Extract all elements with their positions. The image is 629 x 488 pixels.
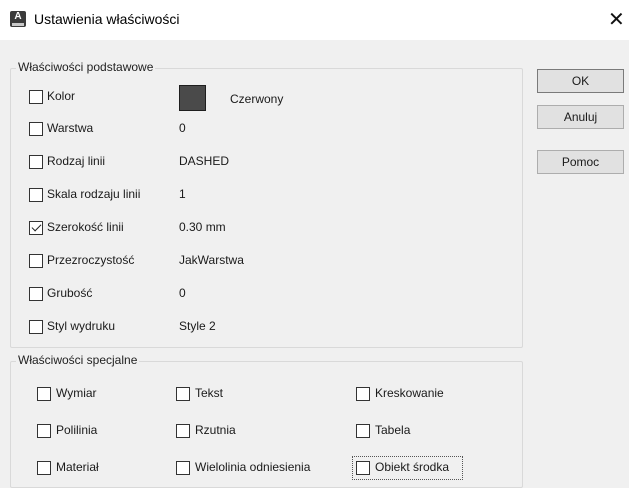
value-kolor: Czerwony [230, 92, 284, 106]
value-grubosc: 0 [179, 286, 186, 300]
label-styl-wydruku[interactable]: Styl wydruku [47, 319, 115, 333]
label-szerokosc-linii[interactable]: Szerokość linii [47, 220, 124, 234]
label-grubosc[interactable]: Grubość [47, 286, 92, 300]
ok-button[interactable]: OK [537, 69, 624, 93]
label-wymiar[interactable]: Wymiar [56, 386, 97, 400]
color-swatch [179, 85, 206, 111]
checkbox-skala-rodzaju-linii[interactable] [29, 188, 43, 202]
value-warstwa: 0 [179, 121, 186, 135]
checkbox-wielolinia-odniesienia[interactable] [176, 461, 190, 475]
checkbox-rodzaj-linii[interactable] [29, 155, 43, 169]
checkbox-obiekt-srodka[interactable] [356, 461, 370, 475]
app-icon-letter: A [14, 11, 22, 22]
checkbox-przezroczystosc[interactable] [29, 254, 43, 268]
label-rodzaj-linii[interactable]: Rodzaj linii [47, 154, 105, 168]
basic-properties-title: Właściwości podstawowe [16, 60, 156, 74]
checkbox-material[interactable] [37, 461, 51, 475]
help-button[interactable]: Pomoc [537, 150, 624, 174]
label-polilinia[interactable]: Polilinia [56, 423, 97, 437]
label-warstwa[interactable]: Warstwa [47, 121, 93, 135]
special-properties-title: Właściwości specjalne [16, 353, 140, 367]
label-kreskowanie[interactable]: Kreskowanie [375, 386, 444, 400]
checkbox-szerokosc-linii[interactable] [29, 221, 43, 235]
label-wielolinia-odniesienia[interactable]: Wielolinia odniesienia [195, 460, 310, 474]
label-rzutnia[interactable]: Rzutnia [195, 423, 236, 437]
close-icon[interactable]: ✕ [608, 6, 629, 34]
cancel-button[interactable]: Anuluj [537, 105, 624, 129]
basic-properties-group [10, 68, 523, 348]
label-przezroczystosc[interactable]: Przezroczystość [47, 253, 134, 267]
checkbox-tekst[interactable] [176, 387, 190, 401]
label-skala-rodzaju-linii[interactable]: Skala rodzaju linii [47, 187, 140, 201]
checkbox-kolor[interactable] [29, 90, 43, 104]
label-kolor[interactable]: Kolor [47, 89, 75, 103]
checkbox-kreskowanie[interactable] [356, 387, 370, 401]
checkbox-grubosc[interactable] [29, 287, 43, 301]
value-przezroczystosc: JakWarstwa [179, 253, 244, 267]
checkbox-polilinia[interactable] [37, 424, 51, 438]
checkbox-warstwa[interactable] [29, 122, 43, 136]
label-obiekt-srodka[interactable]: Obiekt środka [375, 460, 449, 474]
value-szerokosc-linii: 0.30 mm [179, 220, 226, 234]
app-icon: A [10, 11, 26, 27]
label-material[interactable]: Materiał [56, 460, 99, 474]
value-styl-wydruku: Style 2 [179, 319, 216, 333]
label-tekst[interactable]: Tekst [195, 386, 223, 400]
window-title: Ustawienia właściwości [34, 11, 180, 27]
value-rodzaj-linii: DASHED [179, 154, 230, 168]
title-bar: A Ustawienia właściwości ✕ [0, 0, 629, 40]
value-skala-rodzaju-linii: 1 [179, 187, 186, 201]
label-tabela[interactable]: Tabela [375, 423, 410, 437]
checkbox-styl-wydruku[interactable] [29, 320, 43, 334]
checkbox-wymiar[interactable] [37, 387, 51, 401]
checkbox-tabela[interactable] [356, 424, 370, 438]
checkbox-rzutnia[interactable] [176, 424, 190, 438]
